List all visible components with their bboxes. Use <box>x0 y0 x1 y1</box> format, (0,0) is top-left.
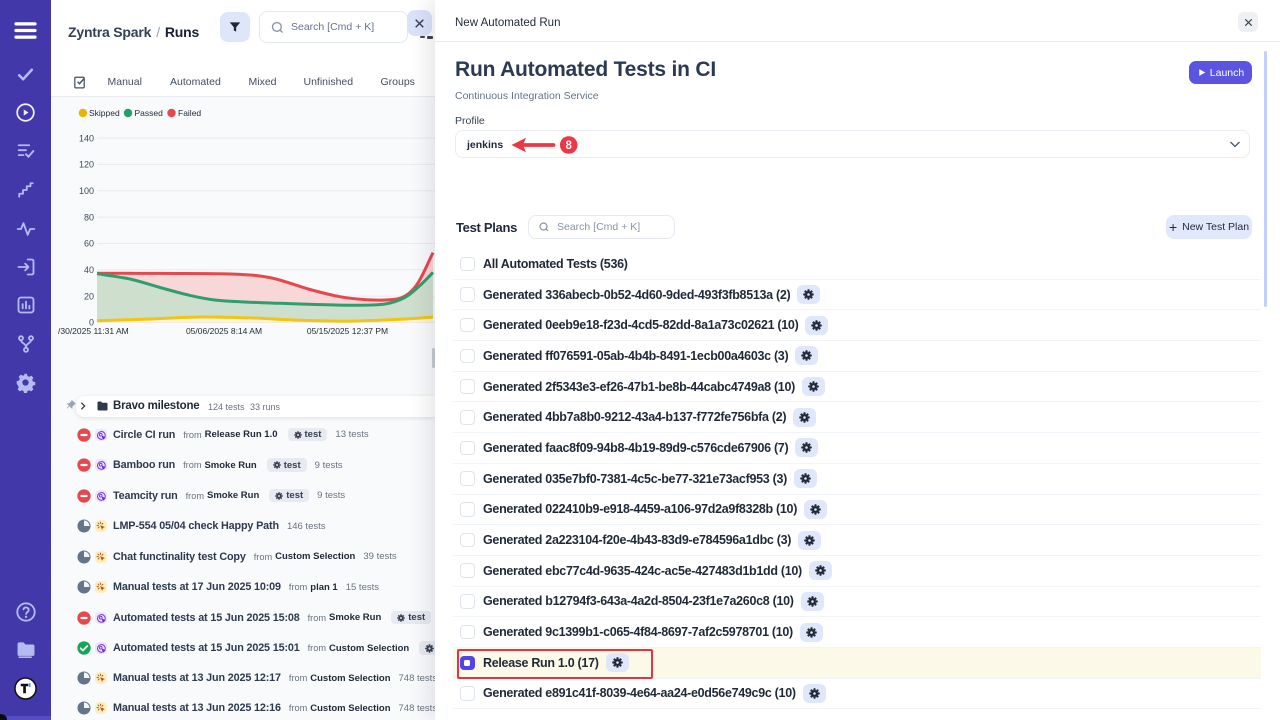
svg-text:80: 80 <box>84 212 94 222</box>
svg-text:Passed: Passed <box>135 108 164 118</box>
svg-text:/30/2025 11:31 AM: /30/2025 11:31 AM <box>58 326 129 336</box>
svg-text:05/15/2025 12:37 PM: 05/15/2025 12:37 PM <box>307 326 388 336</box>
svg-text:100: 100 <box>79 186 94 196</box>
svg-text:8: 8 <box>565 140 572 152</box>
svg-text:60: 60 <box>84 239 94 249</box>
svg-text:Skipped: Skipped <box>89 108 120 118</box>
svg-text:05/06/2025 8:14 AM: 05/06/2025 8:14 AM <box>186 326 262 336</box>
svg-text:40: 40 <box>84 265 94 275</box>
svg-text:20: 20 <box>84 291 94 301</box>
svg-text:Failed: Failed <box>178 108 201 118</box>
svg-text:140: 140 <box>79 133 94 143</box>
svg-text:120: 120 <box>79 160 94 170</box>
